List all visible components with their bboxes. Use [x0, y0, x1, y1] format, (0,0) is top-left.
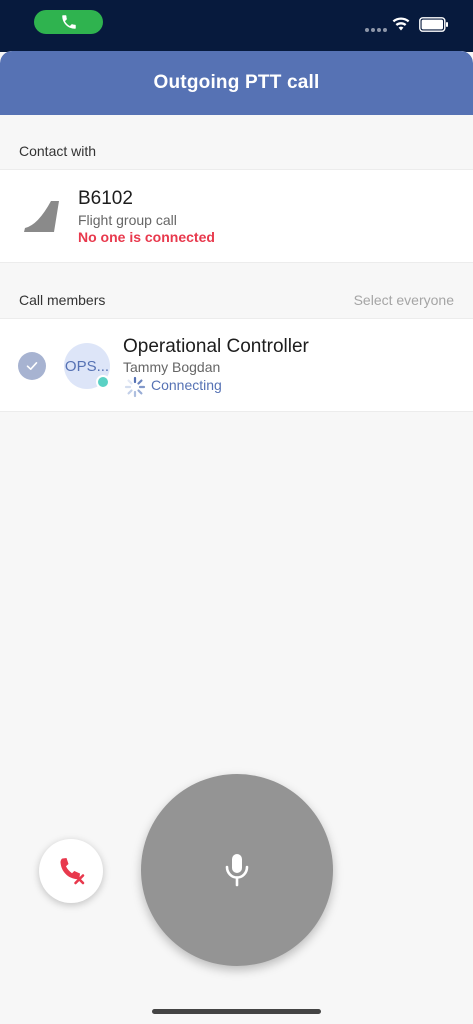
wifi-icon [392, 17, 410, 31]
status-bar [0, 0, 473, 52]
phone-icon [61, 15, 76, 29]
presence-indicator [96, 375, 110, 389]
avatar-initials: OPS... [64, 357, 110, 375]
signal-indicator [365, 28, 387, 32]
microphone-icon [225, 854, 249, 887]
member-connection-status: Connecting [151, 377, 222, 393]
select-everyone-button[interactable]: Select everyone [354, 292, 454, 308]
ongoing-call-pill[interactable] [34, 10, 103, 34]
member-select-checkbox[interactable] [18, 352, 46, 380]
member-row[interactable]: OPS... Operational Controller Tammy Bogd… [0, 318, 473, 412]
contact-name: B6102 [78, 188, 133, 209]
contact-status: No one is connected [78, 229, 215, 245]
battery-icon [419, 17, 448, 32]
contact-card[interactable]: B6102 Flight group call No one is connec… [0, 169, 473, 263]
contact-section-header: Contact with [0, 115, 473, 169]
nav-header: Outgoing PTT call [0, 51, 473, 115]
push-to-talk-button[interactable] [141, 774, 333, 966]
home-indicator[interactable] [152, 1009, 321, 1014]
hang-up-icon [60, 858, 85, 885]
checkmark-icon [26, 362, 38, 370]
page-title: Outgoing PTT call [153, 72, 320, 93]
member-person: Tammy Bogdan [123, 359, 221, 375]
hang-up-button[interactable] [39, 839, 103, 903]
plane-tail-icon [24, 201, 59, 232]
members-section-label: Call members [19, 292, 106, 308]
contact-subtitle: Flight group call [78, 212, 177, 228]
loading-spinner-icon [124, 376, 146, 398]
member-name: Operational Controller [123, 336, 309, 357]
contact-section-label: Contact with [19, 143, 97, 159]
members-section-header: Call members Select everyone [0, 263, 473, 318]
